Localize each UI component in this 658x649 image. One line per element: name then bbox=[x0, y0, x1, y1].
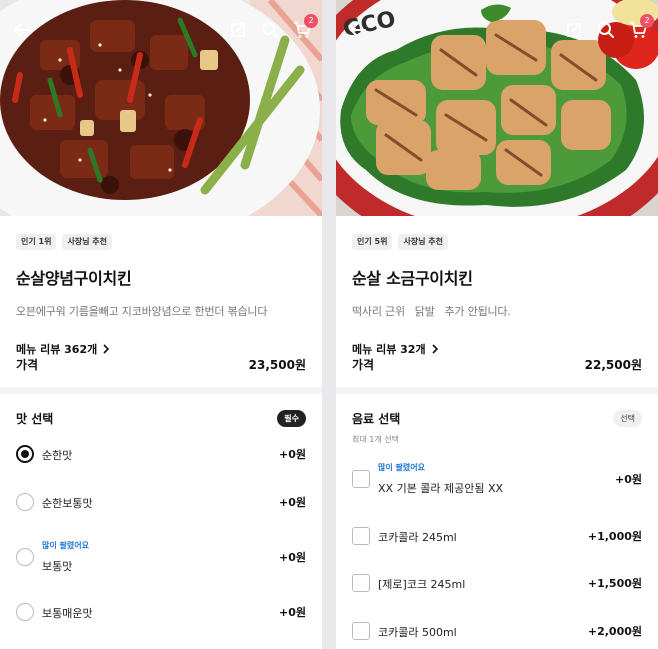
option-price: +0원 bbox=[615, 473, 642, 486]
checkbox[interactable] bbox=[352, 470, 370, 488]
popular-label: 많이 팔렸어요 bbox=[42, 541, 89, 550]
price-label: 가격 bbox=[16, 358, 39, 372]
checkbox[interactable] bbox=[352, 526, 370, 545]
option-name: 코카콜라 245ml bbox=[378, 531, 457, 544]
option-name: 순한맛 bbox=[42, 449, 73, 462]
option-row[interactable]: [제로]코크 245ml +1,500원 bbox=[352, 573, 642, 592]
menu-tags: 인기 5위 사장님 추천 bbox=[352, 234, 642, 250]
option-group-subtitle: 최대 1개 선택 bbox=[352, 435, 399, 444]
cart-icon[interactable]: 2 bbox=[626, 14, 654, 42]
option-name: XX 기본 콜라 제공안됨 XX bbox=[378, 482, 504, 495]
top-nav-bar: 2 bbox=[0, 0, 322, 60]
price-row: 가격 22,500원 bbox=[352, 356, 642, 373]
option-group-title: 음료 선택 bbox=[352, 411, 401, 426]
food-image: GCO 2 bbox=[336, 0, 658, 216]
radio-unselected[interactable] bbox=[16, 602, 34, 621]
share-icon[interactable] bbox=[226, 18, 250, 42]
cart-count-badge: 2 bbox=[640, 14, 654, 28]
option-row[interactable]: 보통매운맛 +0원 bbox=[16, 602, 306, 621]
menu-description: 떡사리 근위 닭발 추가 안됩니다. bbox=[352, 305, 511, 318]
menu-review-link[interactable]: 메뉴 리뷰 362개 bbox=[16, 341, 306, 357]
menu-info-section: 인기 5위 사장님 추천 순살 소금구이치킨 떡사리 근위 닭발 추가 안됩니다… bbox=[336, 216, 658, 387]
option-name: [제로]코크 245ml bbox=[378, 578, 466, 591]
radio-selected[interactable] bbox=[16, 444, 34, 463]
radio-unselected[interactable] bbox=[16, 492, 34, 511]
chevron-right-icon bbox=[432, 344, 438, 354]
option-price: +1,500원 bbox=[587, 576, 642, 590]
share-icon[interactable] bbox=[562, 18, 586, 42]
option-row[interactable]: 순한맛 +0원 bbox=[16, 444, 306, 463]
option-name: 코카콜라 500ml bbox=[378, 626, 457, 639]
option-name: 보통매운맛 bbox=[42, 607, 93, 620]
option-group-title: 맛 선택 bbox=[16, 411, 54, 426]
option-row[interactable]: 많이 팔렸어요 보통맛 +0원 bbox=[16, 540, 306, 574]
search-icon[interactable] bbox=[258, 18, 282, 42]
optional-badge: 선택 bbox=[613, 409, 642, 427]
option-row[interactable]: 코카콜라 245ml +1,000원 bbox=[352, 526, 642, 545]
review-link-label: 메뉴 리뷰 32개 bbox=[352, 343, 426, 356]
option-price: +1,000원 bbox=[587, 529, 642, 543]
owner-pick-tag: 사장님 추천 bbox=[398, 234, 449, 250]
option-price: +0원 bbox=[279, 495, 306, 509]
menu-tags: 인기 1위 사장님 추천 bbox=[16, 234, 306, 250]
option-name: 순한보통맛 bbox=[42, 497, 93, 510]
option-price: +0원 bbox=[279, 447, 306, 461]
checkbox[interactable] bbox=[352, 573, 370, 592]
option-row[interactable]: 많이 팔렸어요 XX 기본 콜라 제공안됨 XX +0원 bbox=[352, 462, 642, 496]
back-arrow-icon[interactable] bbox=[346, 18, 370, 42]
option-row[interactable]: 순한보통맛 +0원 bbox=[16, 492, 306, 511]
option-name: 보통맛 bbox=[42, 560, 73, 573]
menu-title: 순살양념구이치킨 bbox=[16, 269, 132, 288]
option-price: +2,000원 bbox=[587, 624, 642, 638]
menu-info-section: 인기 1위 사장님 추천 순살양념구이치킨 오븐에구워 기름을빼고 지코바양념으… bbox=[0, 216, 322, 387]
drink-option-group: 음료 선택 선택 최대 1개 선택 bbox=[336, 394, 658, 649]
right-menu-detail: GCO 2 인기 5위 사장님 추천 순살 소금구이치킨 떡사리 근위 닭발 추… bbox=[336, 0, 658, 649]
rank-tag: 인기 1위 bbox=[16, 234, 57, 250]
owner-pick-tag: 사장님 추천 bbox=[62, 234, 113, 250]
search-icon[interactable] bbox=[594, 18, 618, 42]
review-link-label: 메뉴 리뷰 362개 bbox=[16, 343, 98, 356]
top-nav-bar: 2 bbox=[336, 0, 658, 60]
price-value: 23,500원 bbox=[248, 358, 306, 372]
checkbox[interactable] bbox=[352, 621, 370, 640]
price-label: 가격 bbox=[352, 358, 375, 372]
food-image: 2 bbox=[0, 0, 322, 216]
price-value: 22,500원 bbox=[584, 358, 642, 372]
cart-icon[interactable]: 2 bbox=[290, 14, 318, 42]
left-menu-detail: 2 인기 1위 사장님 추천 순살양념구이치킨 오븐에구워 기름을빼고 지코바양… bbox=[0, 0, 322, 649]
cart-count-badge: 2 bbox=[304, 14, 318, 28]
popular-label: 많이 팔렸어요 bbox=[378, 463, 425, 472]
required-badge: 필수 bbox=[277, 409, 306, 427]
chevron-right-icon bbox=[103, 344, 110, 354]
menu-title: 순살 소금구이치킨 bbox=[352, 269, 473, 288]
rank-tag: 인기 5위 bbox=[352, 234, 393, 250]
price-row: 가격 23,500원 bbox=[16, 356, 306, 373]
option-price: +0원 bbox=[279, 551, 306, 564]
menu-description: 오븐에구워 기름을빼고 지코바양념으로 한번더 볶습니다 bbox=[16, 305, 268, 318]
radio-unselected[interactable] bbox=[16, 548, 34, 566]
menu-review-link[interactable]: 메뉴 리뷰 32개 bbox=[352, 341, 642, 357]
option-row[interactable]: 코카콜라 500ml +2,000원 bbox=[352, 621, 642, 640]
back-arrow-icon[interactable] bbox=[10, 18, 34, 42]
option-price: +0원 bbox=[279, 605, 306, 619]
